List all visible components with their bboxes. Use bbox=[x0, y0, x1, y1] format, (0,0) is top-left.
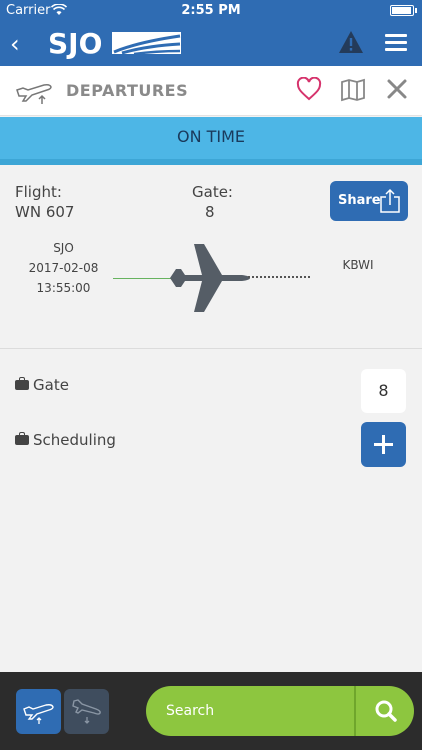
share-button-label: Share bbox=[338, 193, 381, 208]
arrivals-tab[interactable] bbox=[64, 689, 109, 734]
search-icon bbox=[375, 700, 397, 722]
scheduling-row-label: Scheduling bbox=[33, 431, 116, 449]
hamburger-menu-icon[interactable] bbox=[385, 34, 407, 52]
clock: 2:55 PM bbox=[181, 3, 241, 18]
route-origin: SJO 2017-02-08 13:55:00 bbox=[15, 238, 112, 298]
arrival-plane-icon bbox=[72, 699, 101, 724]
back-chevron-icon[interactable]: ‹ bbox=[10, 30, 20, 58]
add-scheduling-button[interactable] bbox=[361, 422, 406, 467]
share-button[interactable]: Share bbox=[330, 181, 408, 221]
flight-label: Flight: bbox=[15, 183, 62, 201]
departure-plane-icon bbox=[23, 704, 54, 724]
scheduling-row: Scheduling bbox=[15, 431, 116, 449]
origin-code: SJO bbox=[53, 241, 74, 255]
airplane-icon bbox=[170, 244, 250, 312]
bottom-bar: Search bbox=[0, 672, 422, 750]
page-title: DEPARTURES bbox=[66, 81, 189, 100]
gate-number: 8 bbox=[205, 203, 215, 221]
sjo-logo: SJO bbox=[48, 27, 181, 60]
nav-bar: ‹ SJO bbox=[0, 22, 422, 66]
gate-row-label: Gate bbox=[33, 376, 69, 394]
section-header: DEPARTURES bbox=[0, 66, 422, 116]
flight-status-banner: ON TIME bbox=[0, 117, 422, 165]
status-bar: Carrier 2:55 PM bbox=[0, 0, 422, 22]
briefcase-icon bbox=[15, 377, 29, 390]
alert-icon[interactable] bbox=[338, 30, 364, 54]
flight-info-panel: Flight: WN 607 Gate: 8 Share SJO 2017-02… bbox=[0, 165, 422, 349]
close-icon[interactable] bbox=[386, 78, 408, 100]
battery-icon bbox=[390, 5, 414, 16]
route-progress-line bbox=[113, 278, 173, 279]
svg-text:SJO: SJO bbox=[48, 27, 102, 60]
route-remaining-dots bbox=[248, 276, 310, 278]
flight-status-text: ON TIME bbox=[176, 127, 246, 146]
share-icon bbox=[380, 188, 400, 213]
destination-code: KBWI bbox=[342, 258, 374, 272]
gate-row: Gate bbox=[15, 376, 69, 394]
origin-time: 13:55:00 bbox=[36, 281, 91, 295]
search-button[interactable] bbox=[354, 686, 414, 736]
gate-label: Gate: bbox=[192, 183, 233, 201]
gate-value-box: 8 bbox=[361, 369, 406, 413]
flight-number: WN 607 bbox=[15, 203, 75, 221]
map-icon[interactable] bbox=[340, 78, 366, 102]
departure-plane-icon bbox=[16, 84, 52, 104]
search-input[interactable]: Search bbox=[146, 686, 356, 736]
origin-date: 2017-02-08 bbox=[28, 261, 99, 275]
briefcase-icon bbox=[15, 432, 29, 445]
favorite-heart-icon[interactable] bbox=[296, 77, 322, 101]
departures-tab[interactable] bbox=[16, 689, 61, 734]
